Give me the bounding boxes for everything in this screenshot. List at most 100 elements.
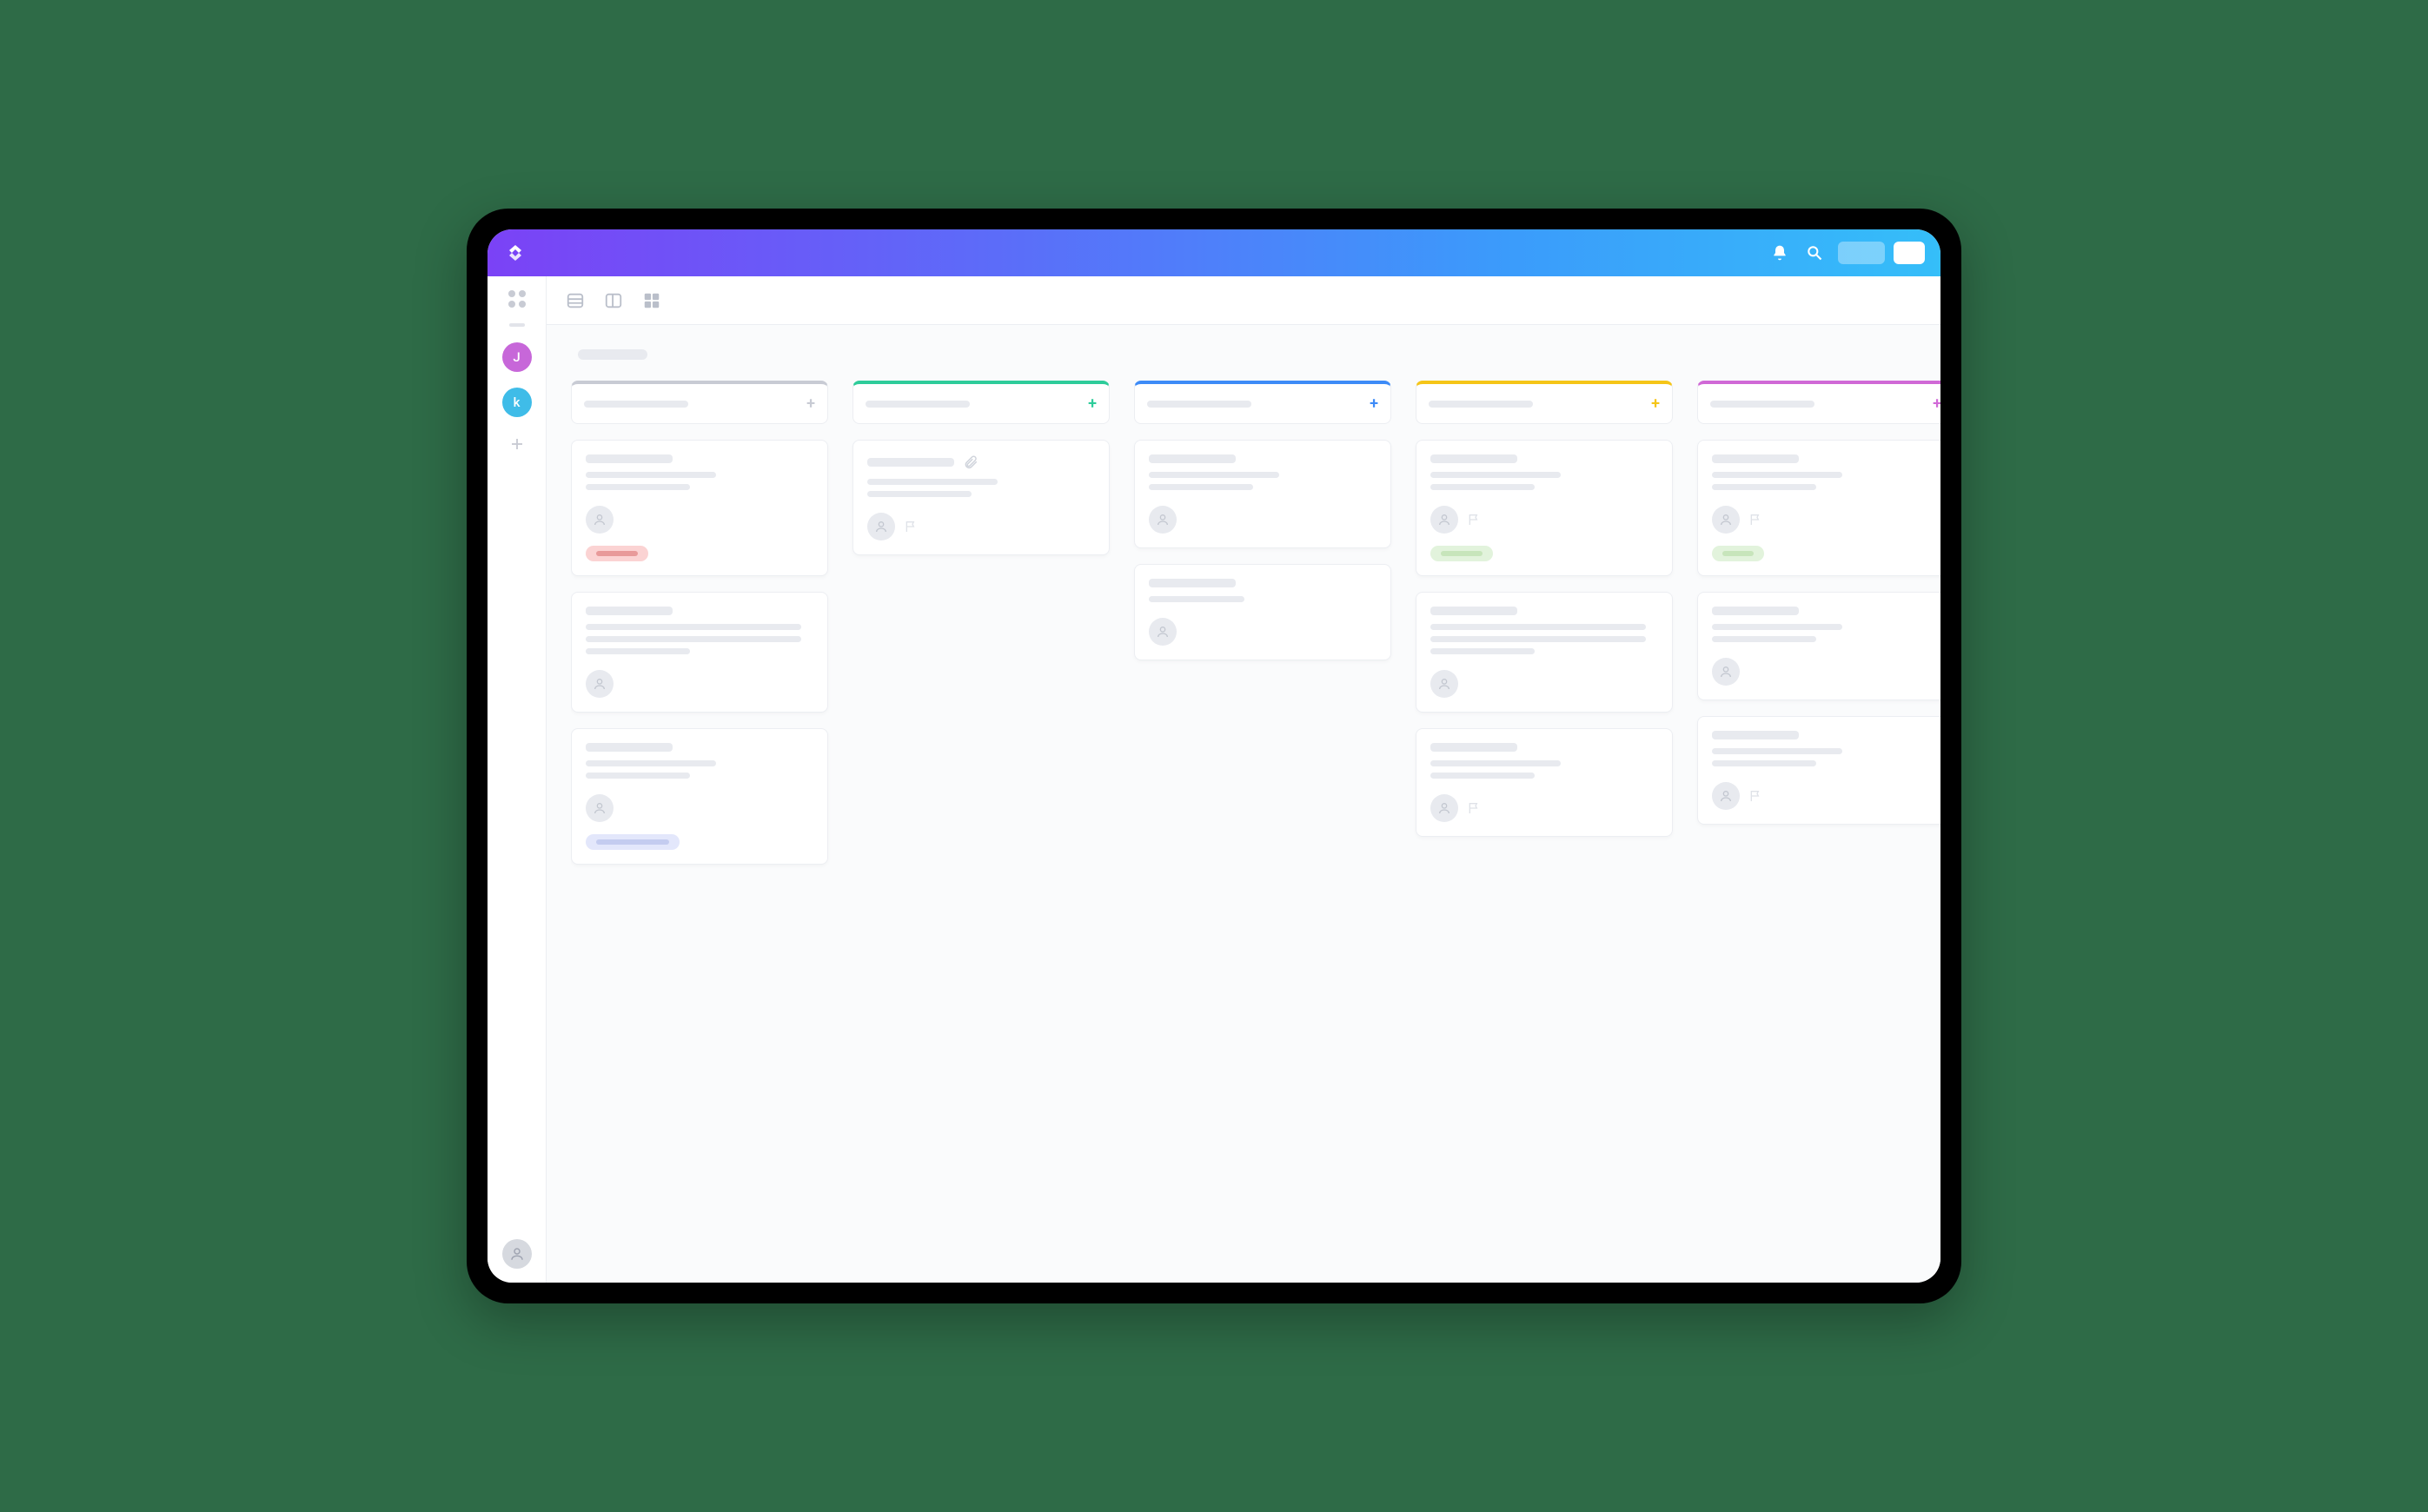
column-header[interactable]: + — [571, 381, 828, 424]
main-content: + — [547, 276, 1940, 1283]
assignee-avatar-icon[interactable] — [1712, 782, 1740, 810]
column-header[interactable]: + — [852, 381, 1110, 424]
card-tag — [1430, 546, 1493, 561]
add-card-button[interactable]: + — [1651, 395, 1660, 413]
task-card[interactable] — [1416, 592, 1673, 713]
kanban-column: + — [852, 381, 1110, 1255]
list-view-icon[interactable] — [564, 289, 587, 312]
card-text-placeholder — [586, 760, 716, 766]
app-screen: J k — [488, 229, 1940, 1283]
flag-icon — [1467, 513, 1481, 527]
task-card[interactable] — [571, 592, 828, 713]
assignee-avatar-icon[interactable] — [1430, 506, 1458, 534]
task-card[interactable] — [1697, 592, 1940, 700]
column-cards — [1697, 440, 1940, 825]
card-text-placeholder — [1149, 472, 1279, 478]
card-text-placeholder — [1712, 624, 1842, 630]
assignee-avatar-icon[interactable] — [1149, 618, 1177, 646]
grid-view-icon[interactable] — [640, 289, 663, 312]
column-title-placeholder — [1429, 401, 1533, 408]
card-text-placeholder — [586, 773, 690, 779]
notifications-bell-icon[interactable] — [1768, 242, 1791, 264]
assignee-avatar-icon[interactable] — [586, 670, 614, 698]
column-title-placeholder — [584, 401, 688, 408]
card-title-placeholder — [1149, 579, 1236, 587]
card-text-placeholder — [586, 624, 801, 630]
add-card-button[interactable]: + — [1370, 395, 1378, 413]
add-card-button[interactable]: + — [806, 395, 815, 413]
tablet-frame: J k — [467, 209, 1961, 1303]
flag-icon — [1467, 801, 1481, 815]
card-text-placeholder — [867, 479, 998, 485]
card-text-placeholder — [586, 648, 690, 654]
task-card[interactable] — [1416, 728, 1673, 837]
assignee-avatar-icon[interactable] — [867, 513, 895, 540]
sidebar-divider — [509, 323, 525, 327]
kanban-column: + — [1416, 381, 1673, 1255]
kanban-column: + — [1134, 381, 1391, 1255]
column-cards — [1134, 440, 1391, 660]
card-title-placeholder — [586, 454, 673, 463]
card-text-placeholder — [1712, 484, 1816, 490]
app-logo-icon[interactable] — [503, 241, 527, 265]
column-header[interactable]: + — [1134, 381, 1391, 424]
workspace-switcher-icon[interactable] — [508, 290, 526, 308]
task-card[interactable] — [571, 440, 828, 576]
add-workspace-button[interactable] — [506, 433, 528, 455]
card-title-placeholder — [1430, 743, 1517, 752]
assignee-avatar-icon[interactable] — [1712, 506, 1740, 534]
add-card-button[interactable]: + — [1088, 395, 1097, 413]
search-icon[interactable] — [1803, 242, 1826, 264]
kanban-columns: + — [571, 381, 1940, 1255]
card-title-placeholder — [1712, 731, 1799, 739]
assignee-avatar-icon[interactable] — [1430, 670, 1458, 698]
add-card-button[interactable]: + — [1933, 395, 1940, 413]
task-card[interactable] — [852, 440, 1110, 555]
card-text-placeholder — [1149, 596, 1244, 602]
assignee-avatar-icon[interactable] — [1712, 658, 1740, 686]
topbar-avatar-block[interactable] — [1894, 242, 1925, 264]
column-cards — [1416, 440, 1673, 837]
column-title-placeholder — [866, 401, 970, 408]
column-header[interactable]: + — [1697, 381, 1940, 424]
tag-label-placeholder — [1441, 551, 1483, 556]
board-title-placeholder — [578, 349, 647, 360]
assignee-avatar-icon[interactable] — [1430, 794, 1458, 822]
task-card[interactable] — [1416, 440, 1673, 576]
task-card[interactable] — [1134, 440, 1391, 548]
assignee-avatar-icon[interactable] — [586, 506, 614, 534]
card-text-placeholder — [586, 484, 690, 490]
card-text-placeholder — [1712, 760, 1816, 766]
topbar-action-pill[interactable] — [1838, 242, 1885, 264]
kanban-column: + — [1697, 381, 1940, 1255]
task-card[interactable] — [1134, 564, 1391, 660]
user-profile-icon[interactable] — [502, 1239, 532, 1269]
workspace-avatar-letter: J — [513, 349, 520, 365]
assignee-avatar-icon[interactable] — [1149, 506, 1177, 534]
flag-icon — [904, 520, 918, 534]
attachment-icon — [963, 454, 978, 470]
workspace-avatar-j[interactable]: J — [502, 342, 532, 372]
card-title-placeholder — [1430, 454, 1517, 463]
task-card[interactable] — [1697, 716, 1940, 825]
flag-icon — [1748, 513, 1762, 527]
task-card[interactable] — [1697, 440, 1940, 576]
card-title-placeholder — [1149, 454, 1236, 463]
card-title-placeholder — [867, 458, 954, 467]
task-card[interactable] — [571, 728, 828, 865]
board-view-icon[interactable] — [602, 289, 625, 312]
column-cards — [571, 440, 828, 865]
tag-label-placeholder — [596, 839, 669, 845]
card-title-placeholder — [1430, 607, 1517, 615]
workspace-avatar-letter: k — [514, 395, 521, 410]
column-header[interactable]: + — [1416, 381, 1673, 424]
card-text-placeholder — [586, 472, 716, 478]
workspace-avatar-k[interactable]: k — [502, 388, 532, 417]
kanban-column: + — [571, 381, 828, 1255]
card-text-placeholder — [586, 636, 801, 642]
assignee-avatar-icon[interactable] — [586, 794, 614, 822]
card-text-placeholder — [1149, 484, 1253, 490]
card-text-placeholder — [1712, 472, 1842, 478]
card-text-placeholder — [1430, 472, 1561, 478]
card-text-placeholder — [1430, 648, 1535, 654]
